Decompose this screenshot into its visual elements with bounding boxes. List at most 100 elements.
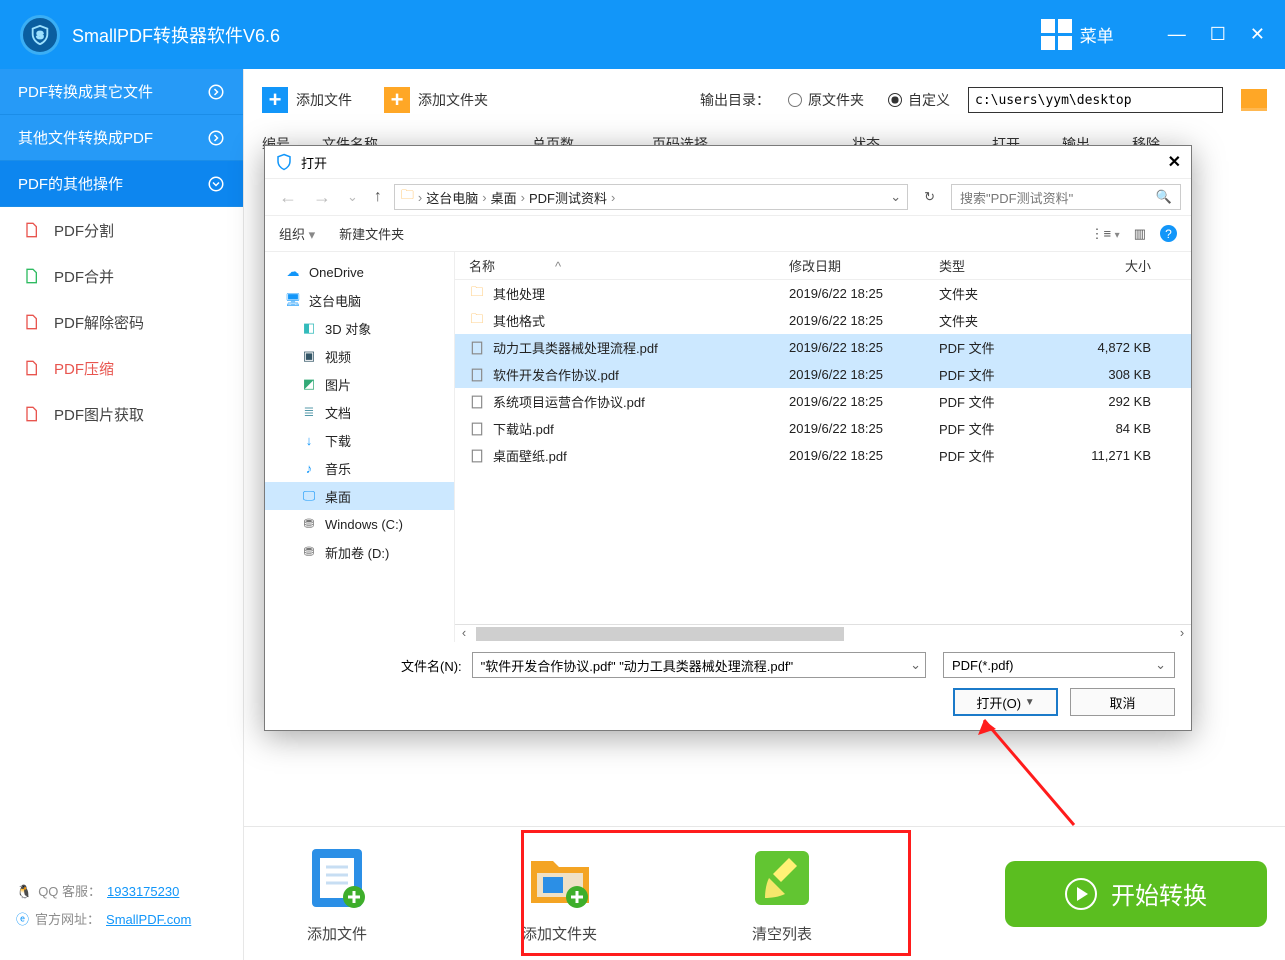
dialog-titlebar: 打开 ✕ xyxy=(265,146,1191,178)
file-date: 2019/6/22 18:25 xyxy=(775,421,925,436)
category-pdf-other-ops[interactable]: PDF的其他操作 xyxy=(0,161,243,207)
tree-item[interactable]: ▣视频 xyxy=(265,342,454,370)
file-row[interactable]: 🗀其他处理2019/6/22 18:25文件夹 xyxy=(455,280,1191,307)
tree-item[interactable]: ♪音乐 xyxy=(265,454,454,482)
new-folder-button[interactable]: 新建文件夹 xyxy=(339,224,404,243)
sub-label: PDF压缩 xyxy=(54,358,114,379)
file-row[interactable]: 下载站.pdf2019/6/22 18:25PDF 文件84 KB xyxy=(455,415,1191,442)
pdf-icon xyxy=(469,448,485,464)
tree-item-label: 3D 对象 xyxy=(325,319,371,338)
tree-item[interactable]: ☁OneDrive xyxy=(265,258,454,286)
refresh-icon[interactable]: ↻ xyxy=(916,189,943,205)
tree-item[interactable]: ◧ 3D 对象 xyxy=(265,314,454,342)
tree-item[interactable]: ⛃Windows (C:) xyxy=(265,510,454,538)
cloud-icon: ☁ xyxy=(285,264,301,280)
file-name: 桌面壁纸.pdf xyxy=(493,446,567,465)
pdf-icon xyxy=(469,394,485,410)
3d-icon: ◧ xyxy=(301,320,317,336)
browse-folder-icon[interactable] xyxy=(1241,89,1267,111)
col-date[interactable]: 修改日期 xyxy=(775,256,925,275)
big-add-file-button[interactable]: 添加文件 xyxy=(302,843,372,944)
file-row[interactable]: 系统项目运营合作协议.pdf2019/6/22 18:25PDF 文件292 K… xyxy=(455,388,1191,415)
filename-input[interactable] xyxy=(472,652,926,678)
sub-pdf-extract-image[interactable]: PDF图片获取 xyxy=(0,391,243,437)
tree-item[interactable]: ↓下载 xyxy=(265,426,454,454)
titlebar: S SmallPDF转换器软件V6.6 菜单 — ☐ ✕ xyxy=(0,0,1285,69)
qq-label: QQ 客服： xyxy=(38,878,101,906)
tree-item-label: 图片 xyxy=(325,375,351,394)
tree-item[interactable]: ⛃新加卷 (D:) xyxy=(265,538,454,566)
search-input[interactable]: 搜索"PDF测试资料" 🔍 xyxy=(951,184,1181,210)
crumb[interactable]: 桌面 xyxy=(491,188,517,207)
big-add-folder-button[interactable]: 添加文件夹 xyxy=(522,843,597,944)
filetype-select[interactable]: PDF(*.pdf) ⌄ xyxy=(943,652,1175,678)
cancel-button[interactable]: 取消 xyxy=(1070,688,1175,716)
nav-forward-icon[interactable]: → xyxy=(309,187,335,208)
pdf-icon xyxy=(469,367,485,383)
disk-icon: ⛃ xyxy=(301,516,317,532)
category-other-to-pdf[interactable]: 其他文件转换成PDF xyxy=(0,115,243,161)
horizontal-scrollbar[interactable]: ‹› xyxy=(455,624,1191,642)
file-name: 其他格式 xyxy=(493,311,545,330)
dialog-title: 打开 xyxy=(301,153,327,172)
tree-item[interactable]: ≣文档 xyxy=(265,398,454,426)
app-logo-icon: S xyxy=(20,15,60,55)
help-icon[interactable]: ? xyxy=(1160,225,1177,242)
add-folder-button[interactable]: +添加文件夹 xyxy=(384,87,488,113)
chevron-down-icon[interactable]: ⌄ xyxy=(890,189,901,205)
nav-recent-icon[interactable]: ⌄ xyxy=(343,189,362,205)
add-file-button[interactable]: +添加文件 xyxy=(262,87,352,113)
breadcrumb[interactable]: 🗀 › 这台电脑› 桌面› PDF测试资料› ⌄ xyxy=(394,184,908,210)
tree-item[interactable]: 🖵桌面 xyxy=(265,482,454,510)
site-link[interactable]: SmallPDF.com xyxy=(106,906,191,934)
radio-origin-folder[interactable]: 原文件夹 xyxy=(788,90,864,110)
add-file-label: 添加文件 xyxy=(296,90,352,110)
file-row[interactable]: 动力工具类器械处理流程.pdf2019/6/22 18:25PDF 文件4,87… xyxy=(455,334,1191,361)
open-dialog: 打开 ✕ ← → ⌄ ↑ 🗀 › 这台电脑› 桌面› PDF测试资料› ⌄ ↻ … xyxy=(264,145,1192,731)
sub-pdf-compress[interactable]: PDF压缩 xyxy=(0,345,243,391)
site-label: 官方网址： xyxy=(35,906,100,934)
preview-pane-icon[interactable]: ▥ xyxy=(1134,226,1146,242)
view-mode-icon[interactable]: ⋮≡ ▾ xyxy=(1090,226,1119,242)
minimize-icon[interactable]: — xyxy=(1168,24,1186,45)
search-icon: 🔍 xyxy=(1156,189,1172,205)
col-type[interactable]: 类型 xyxy=(925,256,1075,275)
crumb[interactable]: PDF测试资料 xyxy=(529,188,607,207)
output-path-input[interactable] xyxy=(968,87,1223,113)
sub-pdf-merge[interactable]: PDF合并 xyxy=(0,253,243,299)
sidebar: PDF转换成其它文件 其他文件转换成PDF PDF的其他操作 PDF分割 PDF… xyxy=(0,69,243,960)
file-size: 11,271 KB xyxy=(1075,448,1175,463)
file-row[interactable]: 🗀其他格式2019/6/22 18:25文件夹 xyxy=(455,307,1191,334)
start-convert-button[interactable]: 开始转换 xyxy=(1005,861,1267,927)
file-row[interactable]: 桌面壁纸.pdf2019/6/22 18:25PDF 文件11,271 KB xyxy=(455,442,1191,469)
chevron-down-icon[interactable]: ⌄ xyxy=(910,657,921,673)
radio-custom-folder[interactable]: 自定义 xyxy=(888,90,950,110)
maximize-icon[interactable]: ☐ xyxy=(1210,24,1226,45)
file-type: PDF 文件 xyxy=(925,338,1075,357)
folder-tree: ☁OneDrive🖥这台电脑 ◧ 3D 对象 ▣视频◩图片≣文档↓下载♪音乐🖵桌面⛃W… xyxy=(265,252,455,642)
crumb[interactable]: 这台电脑 xyxy=(426,188,478,207)
col-size[interactable]: 大小 xyxy=(1075,256,1175,275)
menu-button[interactable]: 菜单 xyxy=(1041,19,1114,50)
sub-pdf-split[interactable]: PDF分割 xyxy=(0,207,243,253)
clear-list-button[interactable]: 清空列表 xyxy=(747,843,817,944)
open-button[interactable]: 打开(O) ▼ xyxy=(953,688,1058,716)
nav-back-icon[interactable]: ← xyxy=(275,187,301,208)
category-pdf-to-other[interactable]: PDF转换成其它文件 xyxy=(0,69,243,115)
col-name[interactable]: 名称 xyxy=(469,259,495,274)
big-add-folder-label: 添加文件夹 xyxy=(522,923,597,944)
dialog-close-icon[interactable]: ✕ xyxy=(1168,152,1181,172)
qq-link[interactable]: 1933175230 xyxy=(107,878,179,906)
folder-icon: 🗀 xyxy=(469,313,485,329)
tree-item[interactable]: ◩图片 xyxy=(265,370,454,398)
dialog-nav: ← → ⌄ ↑ 🗀 › 这台电脑› 桌面› PDF测试资料› ⌄ ↻ 搜索"PD… xyxy=(265,178,1191,216)
organize-button[interactable]: 组织 ▾ xyxy=(279,224,315,243)
close-icon[interactable]: ✕ xyxy=(1250,24,1265,45)
file-icon xyxy=(22,313,40,331)
file-row[interactable]: 软件开发合作协议.pdf2019/6/22 18:25PDF 文件308 KB xyxy=(455,361,1191,388)
file-name: 动力工具类器械处理流程.pdf xyxy=(493,338,658,357)
sub-pdf-unlock[interactable]: PDF解除密码 xyxy=(0,299,243,345)
broom-icon xyxy=(747,843,817,913)
tree-item[interactable]: 🖥这台电脑 xyxy=(265,286,454,314)
nav-up-icon[interactable]: ↑ xyxy=(370,188,386,206)
